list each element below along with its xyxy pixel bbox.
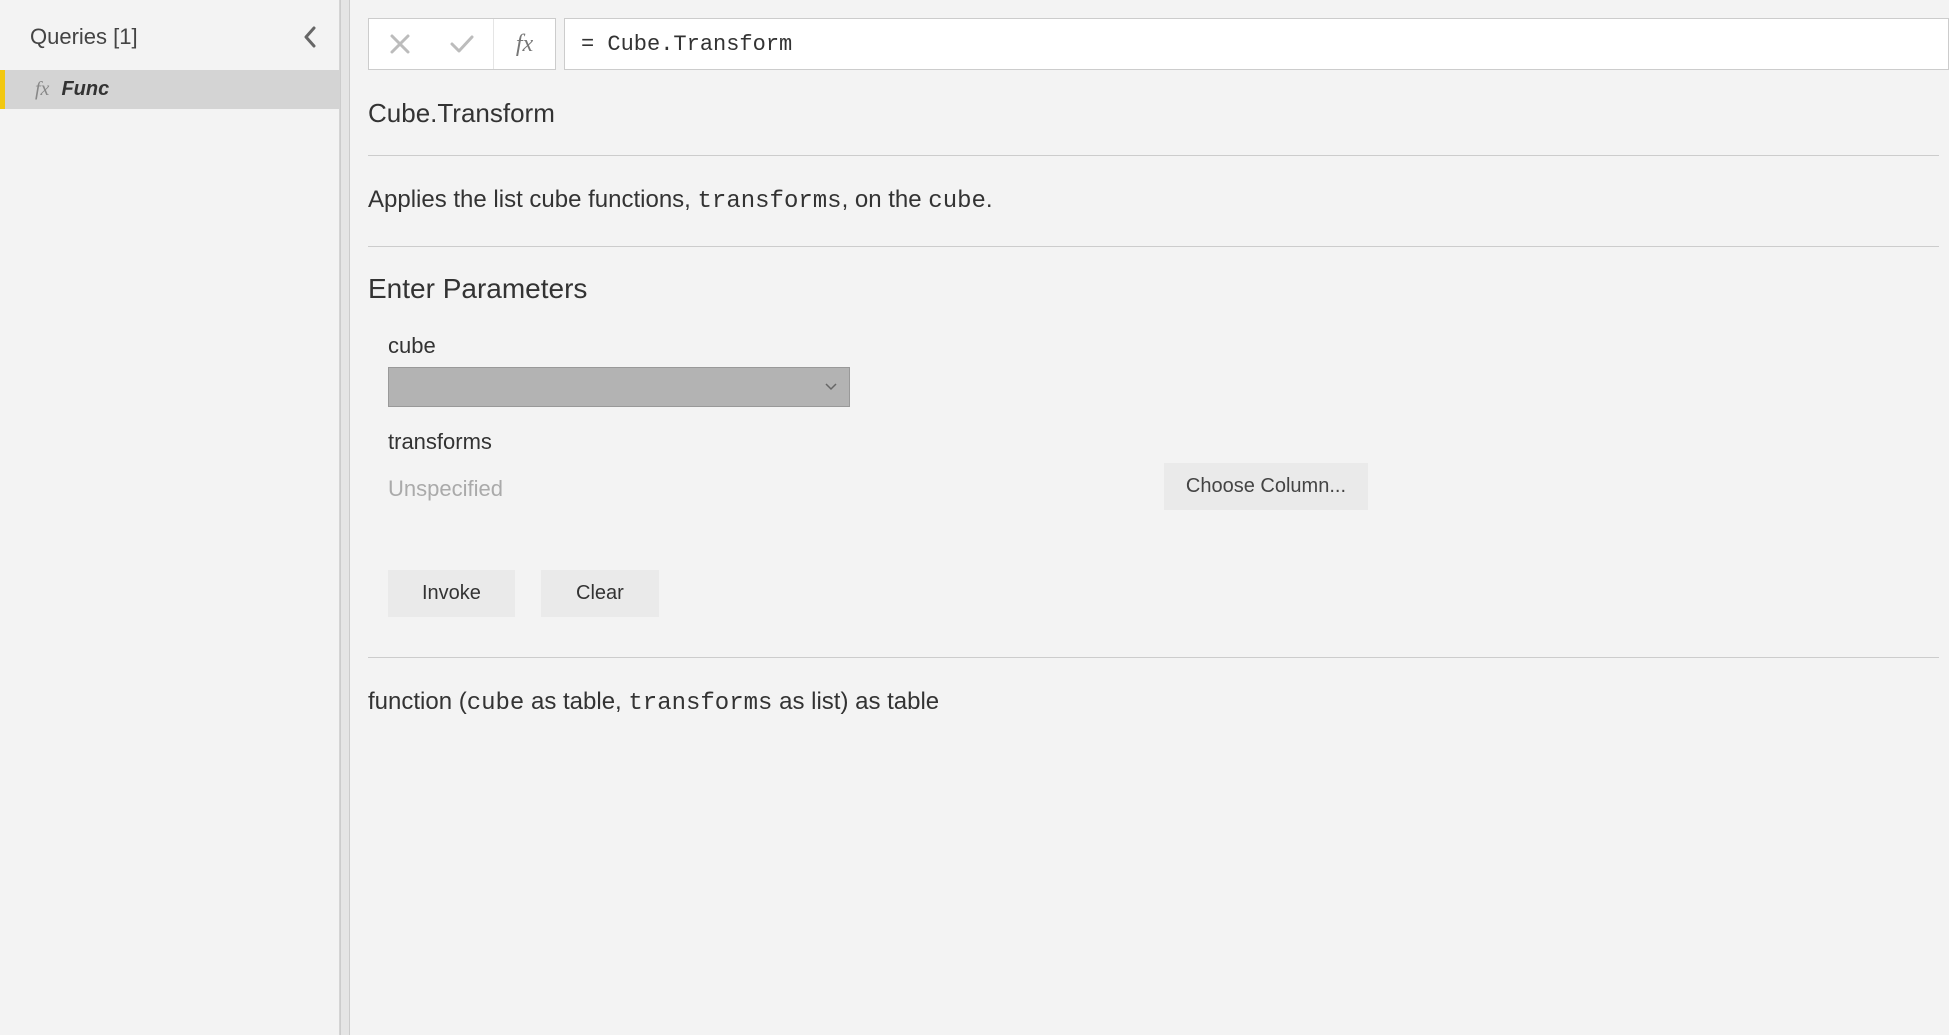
param-transforms-row: Unspecified Choose Column... xyxy=(368,463,1368,510)
invoke-button[interactable]: Invoke xyxy=(388,570,515,617)
collapse-sidebar-icon[interactable] xyxy=(299,22,321,52)
formula-input[interactable]: = Cube.Transform xyxy=(564,18,1949,70)
function-description: Applies the list cube functions, transfo… xyxy=(368,156,1939,247)
param-cube-dropdown[interactable] xyxy=(388,367,850,407)
function-signature: function (cube as table, transforms as l… xyxy=(368,658,1939,747)
parameters-heading: Enter Parameters xyxy=(368,273,1939,305)
query-item-label: Func xyxy=(61,78,109,101)
vertical-splitter[interactable] xyxy=(340,0,350,1035)
main-panel: fx = Cube.Transform Cube.Transform Appli… xyxy=(350,0,1949,1035)
formula-controls: fx xyxy=(368,18,556,70)
fx-formula-icon[interactable]: fx xyxy=(493,19,555,69)
action-buttons: Invoke Clear xyxy=(368,570,1939,617)
param-transforms-label: transforms xyxy=(388,429,1378,455)
queries-title: Queries [1] xyxy=(30,24,138,50)
choose-column-button[interactable]: Choose Column... xyxy=(1164,463,1368,510)
confirm-formula-icon[interactable] xyxy=(431,19,493,69)
function-content: Cube.Transform Applies the list cube fun… xyxy=(368,98,1949,747)
formula-text: = Cube.Transform xyxy=(581,32,792,57)
clear-button[interactable]: Clear xyxy=(541,570,659,617)
param-cube-label: cube xyxy=(388,333,1378,359)
param-transforms: transforms xyxy=(368,429,1378,455)
queries-sidebar: Queries [1] fx Func xyxy=(0,0,340,1035)
param-cube: cube xyxy=(368,333,1378,407)
formula-bar: fx = Cube.Transform xyxy=(368,18,1949,70)
cancel-formula-icon[interactable] xyxy=(369,19,431,69)
fx-icon: fx xyxy=(35,78,49,101)
dropdown-caret-icon xyxy=(825,383,837,391)
query-item-func[interactable]: fx Func xyxy=(0,70,339,109)
sidebar-header: Queries [1] xyxy=(0,12,339,70)
parameters-section: Enter Parameters cube transforms Unspeci… xyxy=(368,247,1939,658)
param-transforms-value: Unspecified xyxy=(388,476,503,502)
function-name: Cube.Transform xyxy=(368,98,1939,156)
